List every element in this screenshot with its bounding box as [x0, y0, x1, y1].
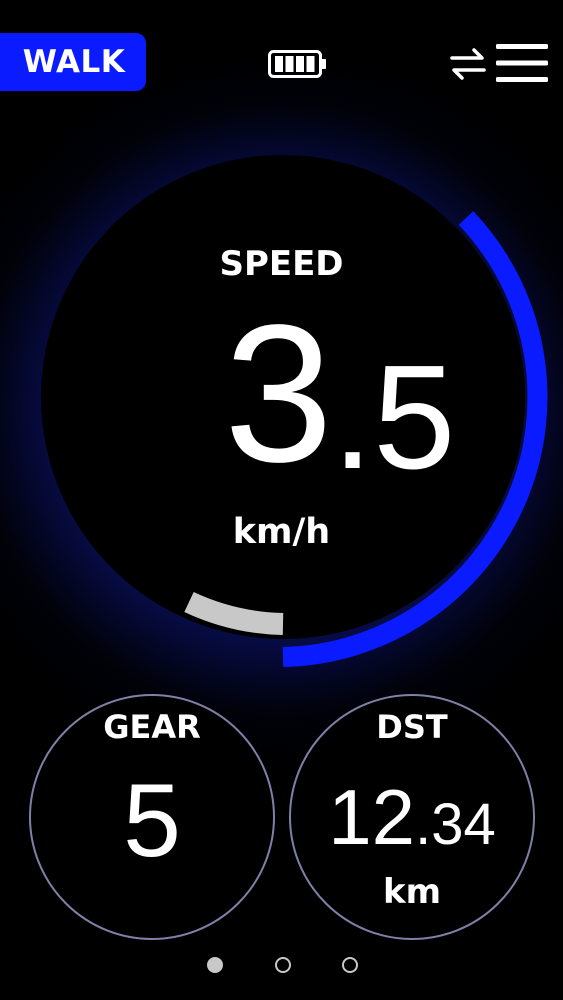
page-dot-3[interactable]: [342, 957, 358, 973]
page-dot-1-active[interactable]: [207, 957, 223, 973]
walk-mode-label: WALK: [22, 44, 126, 80]
hamburger-menu-icon[interactable]: [494, 43, 550, 83]
battery-icon: [268, 50, 326, 78]
gear-label: GEAR: [103, 708, 201, 746]
speed-value-decimal: .5: [332, 335, 456, 500]
speed-unit: km/h: [232, 512, 331, 552]
distance-value-separator: .: [415, 792, 432, 857]
distance-label: DST: [376, 708, 448, 746]
page-dot-2[interactable]: [275, 957, 291, 973]
gear-value: 5: [123, 763, 181, 879]
distance-value-integer: 12: [328, 773, 416, 861]
speed-value-integer: 3: [224, 284, 334, 503]
swap-arrows-icon[interactable]: [448, 46, 488, 82]
walk-mode-button[interactable]: WALK: [0, 33, 146, 91]
speed-label: SPEED: [219, 244, 344, 284]
distance-value: 12.34: [291, 772, 533, 863]
distance-unit: km: [382, 872, 442, 912]
distance-value-fraction: 34: [431, 792, 496, 857]
page-indicator: [0, 955, 563, 979]
gear-dial[interactable]: GEAR 5: [29, 694, 275, 940]
distance-dial[interactable]: DST 12.34 km: [289, 694, 535, 940]
speed-value: 3 .5: [224, 296, 524, 506]
